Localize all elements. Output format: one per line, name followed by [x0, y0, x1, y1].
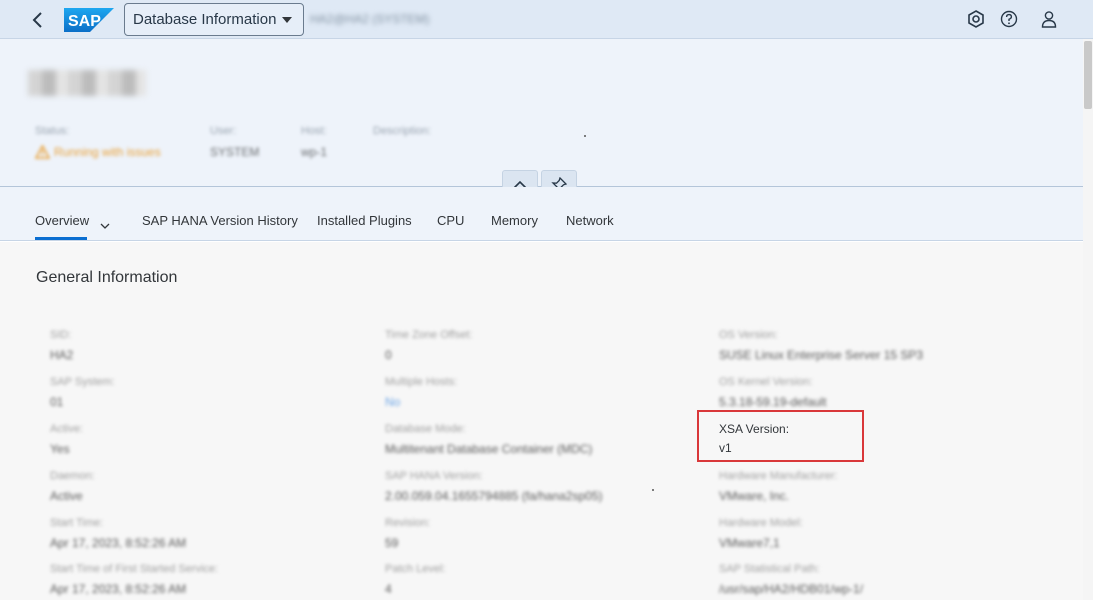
status-attribute: Status: Running with issues — [35, 125, 161, 159]
field-daemon: Daemon: Active — [50, 470, 95, 503]
description-attribute: Description: — [373, 125, 431, 145]
field-hardware-model: Hardware Model: VMware7,1 — [719, 517, 803, 550]
tab-cpu[interactable]: CPU — [437, 213, 464, 228]
host-attribute: Host: wp-1 — [301, 125, 327, 159]
tab-overview[interactable]: Overview — [35, 213, 89, 228]
app-title-label: Database Information — [133, 11, 277, 28]
section-title: General Information — [36, 269, 178, 286]
tab-bar: Overview SAP HANA Version History Instal… — [0, 187, 1083, 241]
field-first-service-start: Start Time of First Started Service: Apr … — [50, 563, 219, 596]
field-os-kernel-version: OS Kernel Version: 5.3.18-59.19-default — [719, 376, 827, 409]
tab-network[interactable]: Network — [566, 213, 614, 228]
back-button[interactable] — [26, 8, 50, 32]
field-database-mode: Database Mode: Multitenant Database Conta… — [385, 423, 593, 456]
caret-down-icon — [282, 16, 293, 23]
user-value: SYSTEM — [210, 145, 260, 159]
stray-dot — [584, 135, 586, 137]
host-value: wp-1 — [301, 145, 328, 159]
field-sap-system: SAP System: 01 — [50, 376, 115, 409]
chevron-down-icon[interactable] — [100, 217, 110, 235]
field-hana-version: SAP HANA Version: 2.00.059.04.1655794885 … — [385, 470, 603, 503]
field-patch-level: Patch Level: 4 — [385, 563, 446, 596]
app-title-menu-button[interactable]: Database Information — [124, 3, 304, 36]
stray-dot — [652, 489, 654, 491]
field-hardware-manufacturer: Hardware Manufacturer: VMware, Inc. — [719, 470, 838, 503]
tab-installed-plugins[interactable]: Installed Plugins — [317, 213, 412, 228]
user-button[interactable] — [1038, 8, 1060, 30]
user-attribute: User: SYSTEM — [210, 125, 259, 159]
user-label: User: — [210, 125, 237, 137]
field-statistical-path: SAP Statistical Path:/usr/sap/HA2/HDB01/… — [719, 563, 864, 596]
selected-tab-indicator — [35, 237, 87, 240]
description-label: Description: — [373, 125, 432, 137]
field-start-time: Start Time: Apr 17, 2023, 8:52:26 AM — [50, 517, 187, 550]
tab-memory[interactable]: Memory — [491, 213, 538, 228]
settings-icon — [968, 10, 984, 28]
system-identifier: HA2@HA2 (SYSTEM) — [310, 12, 430, 26]
object-title — [28, 70, 146, 96]
status-text: Running with issues — [54, 145, 161, 159]
back-icon — [32, 12, 42, 28]
vertical-scrollbar[interactable] — [1083, 39, 1093, 600]
help-button[interactable] — [998, 8, 1020, 30]
user-icon — [1041, 11, 1057, 28]
object-header: Status: Running with issues User: SYSTEM… — [0, 39, 1083, 186]
field-multiple-hosts: Multiple Hosts: No — [385, 376, 458, 409]
scrollbar-thumb[interactable] — [1084, 41, 1092, 109]
multiple-hosts-link[interactable]: No — [385, 395, 457, 409]
tab-sap-hana-version-history[interactable]: SAP HANA Version History — [142, 213, 298, 228]
shell-bar: SAP Database Information HA2@HA2 (SYSTEM… — [0, 0, 1093, 39]
sap-logo[interactable]: SAP — [64, 8, 114, 32]
field-active: Active: Yes — [50, 423, 84, 456]
status-label: Status: — [35, 125, 70, 137]
tab-overview-label: Overview — [35, 213, 90, 228]
warning-icon — [35, 145, 50, 159]
xsa-version-highlight — [697, 410, 864, 462]
svg-text:SAP: SAP — [68, 13, 101, 30]
field-sid: SID: HA2 — [50, 329, 74, 362]
field-time-zone-offset: Time Zone Offset: 0 — [385, 329, 473, 362]
settings-button[interactable] — [965, 8, 987, 30]
field-revision: Revision: 59 — [385, 517, 431, 550]
field-os-version: OS Version: SUSE Linux Enterprise Server … — [719, 329, 924, 362]
status-value: Running with issues — [35, 145, 161, 159]
help-icon — [1000, 10, 1018, 28]
host-label: Host: — [301, 125, 327, 137]
